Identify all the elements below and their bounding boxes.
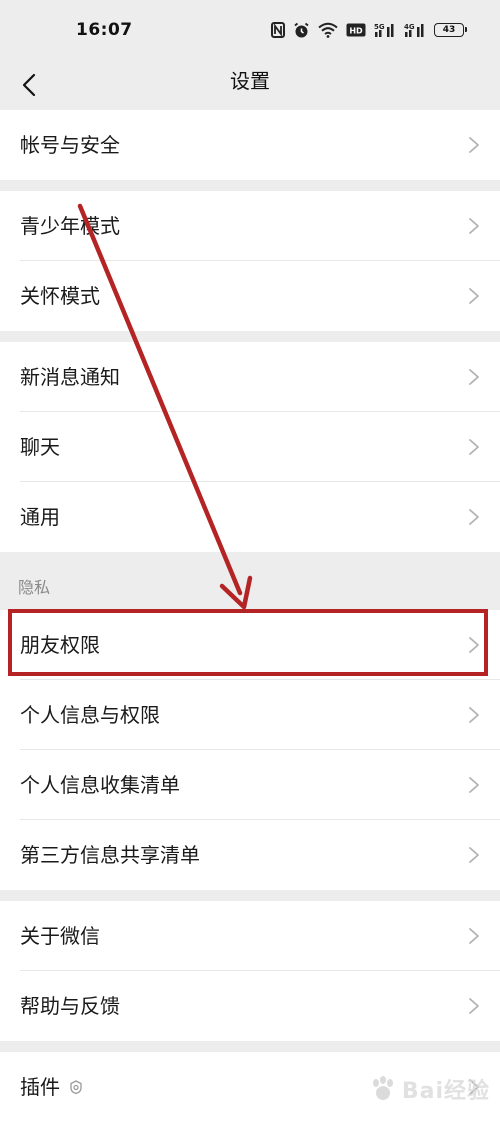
alarm-icon (293, 22, 310, 38)
status-icons: HD 5G 4G 43 (271, 22, 467, 38)
settings-item-general[interactable]: 通用 (0, 482, 500, 552)
settings-item-personal-info-permissions[interactable]: 个人信息与权限 (0, 680, 500, 750)
watermark: Bai经验 (368, 1073, 490, 1105)
chevron-right-icon (469, 777, 479, 793)
hd-label: HD (349, 27, 363, 36)
group-gap (0, 1041, 500, 1052)
group-gap (0, 890, 500, 901)
settings-item-label-wrap: 插件 (20, 1052, 84, 1122)
back-arrow-icon (22, 73, 36, 97)
signal-5g-label: 5G (374, 23, 385, 31)
group-privacy: 朋友权限 个人信息与权限 个人信息收集清单 第三方信息共享清单 (0, 610, 500, 890)
page-title: 设置 (230, 69, 270, 93)
status-bar: 16:07 HD 5G 4G 43 (0, 0, 500, 60)
wifi-icon (318, 22, 338, 38)
back-button[interactable] (12, 68, 46, 102)
chevron-right-icon (469, 509, 479, 525)
settings-item-notifications[interactable]: 新消息通知 (0, 342, 500, 412)
settings-item-label: 青少年模式 (20, 214, 120, 238)
chevron-right-icon (469, 369, 479, 385)
settings-item-account-security[interactable]: 帐号与安全 (0, 110, 500, 180)
settings-item-label: 帐号与安全 (20, 133, 120, 157)
signal-4g-label: 4G (404, 23, 415, 31)
signal-4g-icon: 4G (404, 22, 426, 38)
chevron-right-icon (469, 218, 479, 234)
settings-item-label: 新消息通知 (20, 365, 120, 389)
group-modes: 青少年模式 关怀模式 (0, 191, 500, 331)
settings-list: 帐号与安全 青少年模式 关怀模式 新消息通知 聊天 通用 隐私 朋友权限 个人信… (0, 110, 500, 1122)
signal-5g-icon: 5G (374, 22, 396, 38)
settings-item-teen-mode[interactable]: 青少年模式 (0, 191, 500, 261)
settings-item-about-wechat[interactable]: 关于微信 (0, 901, 500, 971)
chevron-right-icon (469, 707, 479, 723)
section-header-privacy: 隐私 (0, 552, 500, 610)
chevron-right-icon (469, 637, 479, 653)
nfc-icon (271, 22, 285, 38)
baidu-paw-icon (372, 1076, 393, 1100)
chevron-right-icon (469, 288, 479, 304)
settings-item-label: 通用 (20, 505, 60, 529)
settings-item-personal-info-collection[interactable]: 个人信息收集清单 (0, 750, 500, 820)
settings-item-label: 第三方信息共享清单 (20, 843, 200, 867)
section-header-label: 隐私 (18, 578, 51, 597)
plugin-badge-icon (70, 1079, 82, 1094)
chevron-right-icon (469, 137, 479, 153)
settings-item-label: 个人信息与权限 (20, 703, 160, 727)
chevron-right-icon (469, 998, 479, 1014)
settings-item-help-feedback[interactable]: 帮助与反馈 (0, 971, 500, 1041)
group-gap (0, 331, 500, 342)
nav-bar: 设置 (0, 60, 500, 110)
group-account: 帐号与安全 (0, 110, 500, 180)
settings-item-label: 聊天 (20, 435, 60, 459)
settings-item-label: 朋友权限 (20, 633, 100, 657)
settings-item-care-mode[interactable]: 关怀模式 (0, 261, 500, 331)
settings-item-label: 个人信息收集清单 (20, 773, 180, 797)
settings-item-label: 插件 (20, 1075, 60, 1099)
chevron-right-icon (469, 928, 479, 944)
settings-item-chat[interactable]: 聊天 (0, 412, 500, 482)
settings-item-label: 关于微信 (20, 924, 100, 948)
chevron-right-icon (469, 439, 479, 455)
settings-item-friend-permissions[interactable]: 朋友权限 (0, 610, 500, 680)
settings-item-label: 帮助与反馈 (20, 994, 120, 1018)
group-about: 关于微信 帮助与反馈 (0, 901, 500, 1041)
status-time: 16:07 (76, 20, 133, 40)
settings-item-label: 关怀模式 (20, 284, 100, 308)
group-general: 新消息通知 聊天 通用 (0, 342, 500, 552)
settings-item-third-party-sharing[interactable]: 第三方信息共享清单 (0, 820, 500, 890)
hd-icon: HD (346, 22, 366, 38)
battery-level: 43 (442, 25, 456, 35)
group-gap (0, 180, 500, 191)
battery-icon: 43 (434, 23, 467, 37)
watermark-text: Bai经验 (401, 1079, 490, 1104)
chevron-right-icon (469, 847, 479, 863)
